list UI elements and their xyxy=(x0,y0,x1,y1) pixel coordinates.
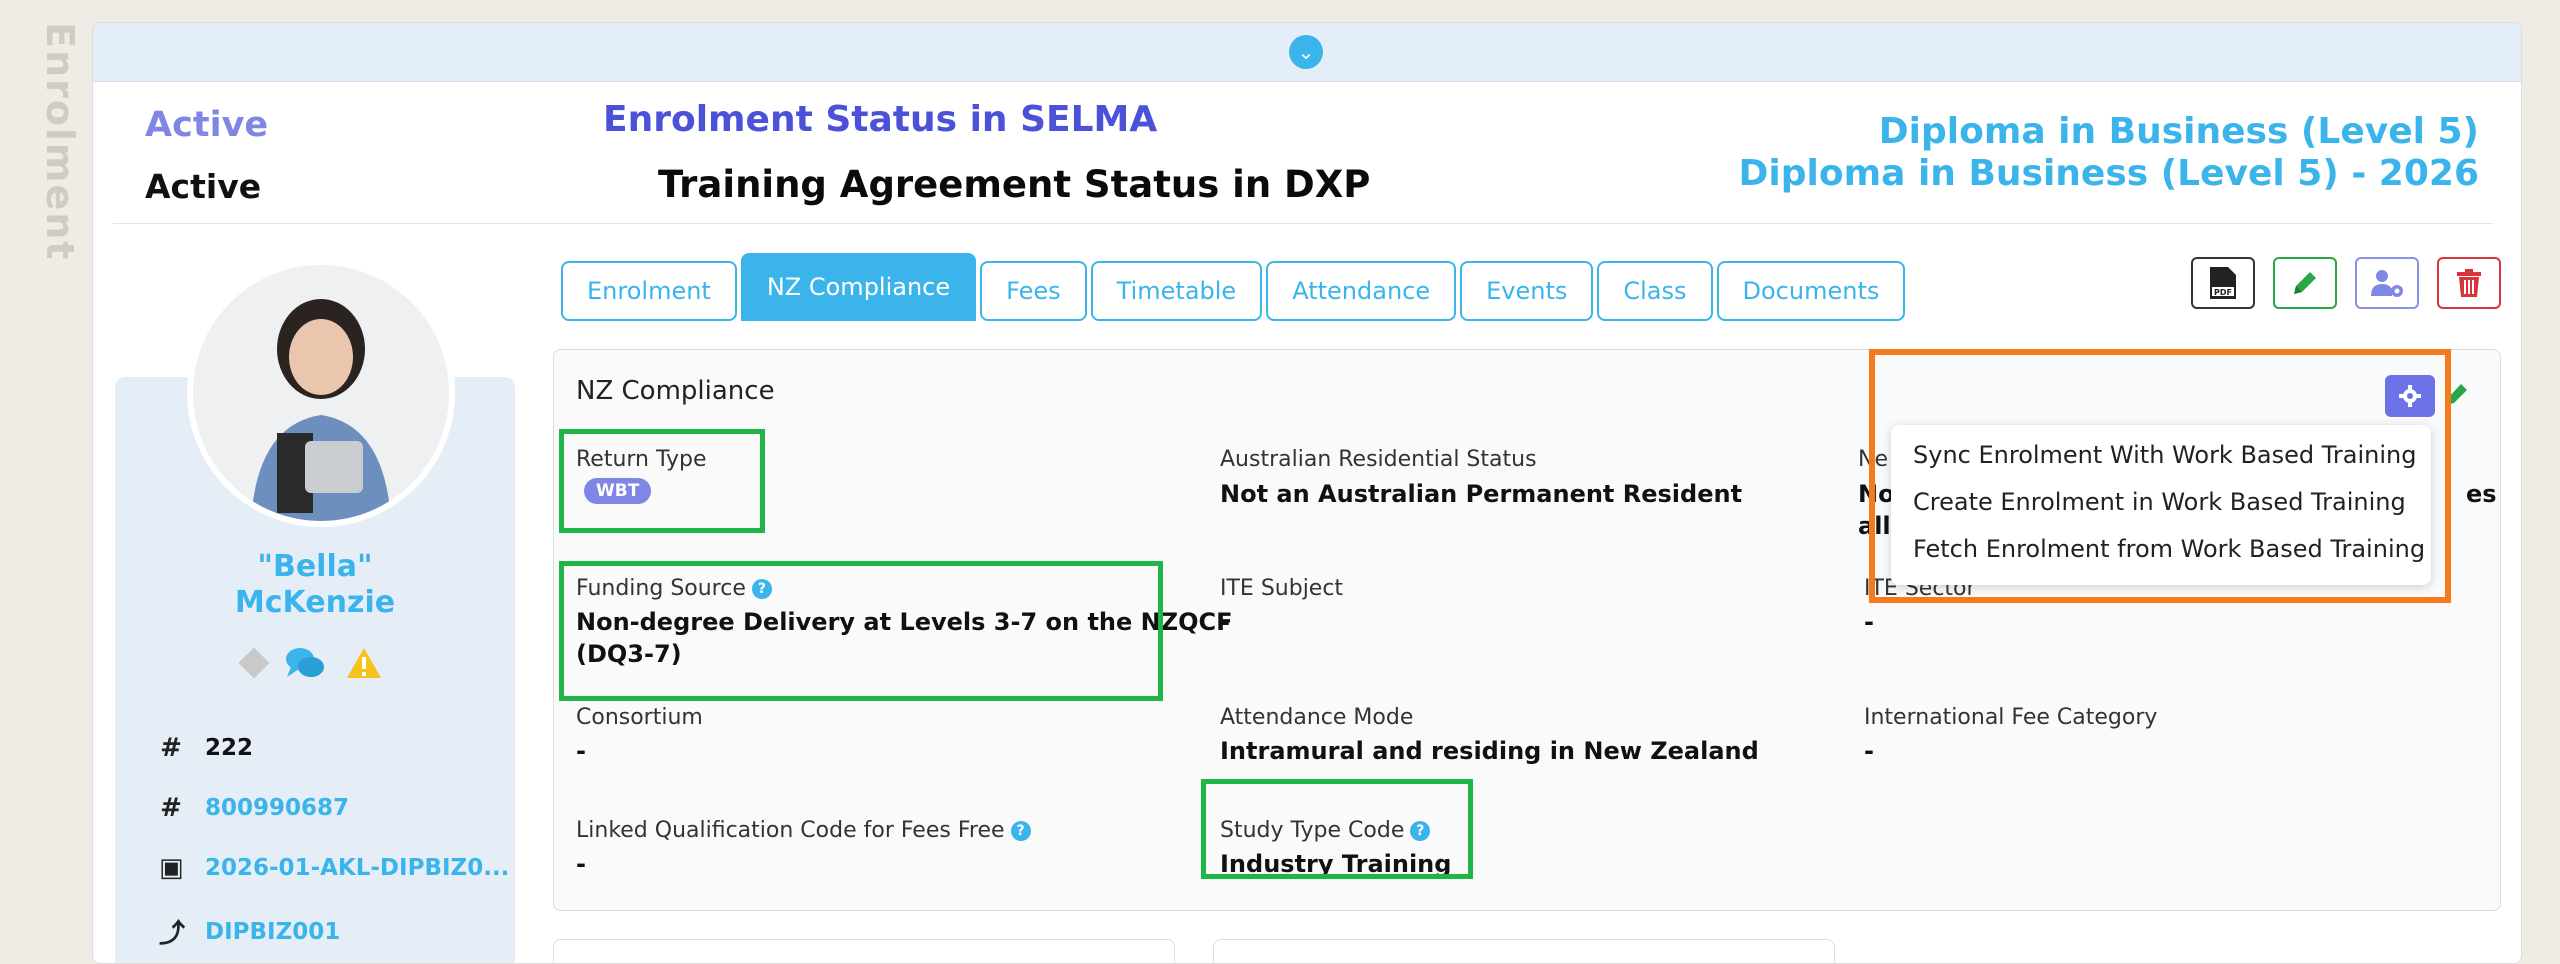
tab-timetable[interactable]: Timetable xyxy=(1090,261,1263,321)
consortium-value: - xyxy=(576,737,586,765)
highlight-return-type xyxy=(559,429,765,533)
warning-icon[interactable] xyxy=(345,646,383,680)
pdf-icon: PDF xyxy=(2210,267,2236,299)
tab-enrolment[interactable]: Enrolment xyxy=(561,261,737,321)
course-intake-title: Diploma in Business (Level 5) - 2026 xyxy=(1738,153,2479,194)
highlight-funding-source xyxy=(559,561,1163,701)
avatar-photo xyxy=(193,265,449,521)
tab-documents[interactable]: Documents xyxy=(1716,261,1906,321)
nsn-row: # 800990687 xyxy=(159,793,349,823)
tab-events[interactable]: Events xyxy=(1460,261,1594,321)
student-surname: McKenzie xyxy=(234,585,396,620)
help-icon[interactable]: ? xyxy=(1010,821,1031,841)
aus-res-value: Not an Australian Permanent Resident xyxy=(1220,480,1743,508)
profile-icons xyxy=(238,645,383,681)
action-buttons: PDF xyxy=(2191,257,2501,309)
student-nickname: "Bella" xyxy=(257,549,373,584)
enrolment-status-desc: Enrolment Status in SELMA xyxy=(603,99,1158,140)
enrolment-status-value: Active xyxy=(145,105,269,145)
intake-link[interactable]: 2026-01-AKL-DIPBIZ0... xyxy=(205,855,509,881)
bottom-card-left xyxy=(553,939,1175,963)
nsn-link[interactable]: 800990687 xyxy=(205,795,349,821)
enrolment-card: ⌄ Active Enrolment Status in SELMA Activ… xyxy=(92,22,2522,964)
bottom-card-right xyxy=(1213,939,1835,963)
hash-icon: # xyxy=(160,733,182,763)
hash-icon: # xyxy=(160,793,182,823)
svg-text:PDF: PDF xyxy=(2214,288,2232,297)
col3-row1-value-tail: es xyxy=(2466,480,2497,508)
header-divider xyxy=(113,223,2493,224)
highlight-wbt-menu xyxy=(1869,349,2451,603)
pencil-icon xyxy=(2294,272,2316,294)
consortium-label: Consortium xyxy=(576,705,703,730)
attendance-mode-label: Attendance Mode xyxy=(1220,705,1414,730)
user-cog-icon xyxy=(2371,270,2403,297)
tab-nz-compliance[interactable]: NZ Compliance xyxy=(740,253,977,321)
trash-icon xyxy=(2457,269,2481,297)
linked-qual-value: - xyxy=(576,850,586,878)
book-icon: ▣ xyxy=(159,853,184,883)
ite-subject-label: ITE Subject xyxy=(1220,576,1344,601)
intake-row: ▣ 2026-01-AKL-DIPBIZ0... xyxy=(159,853,509,883)
edit-button[interactable] xyxy=(2273,257,2337,309)
delete-button[interactable] xyxy=(2437,257,2501,309)
arrow-up-icon: ⤴ xyxy=(159,919,186,949)
programme-row: ⤴ DIPBIZ001 xyxy=(159,913,340,950)
intl-fee-value: - xyxy=(1864,737,1874,765)
linked-qual-label: Linked Qualification Code for Fees Free? xyxy=(576,818,1031,843)
student-number: 222 xyxy=(205,735,254,761)
highlight-study-type xyxy=(1201,779,1473,879)
intl-fee-label: International Fee Category xyxy=(1864,705,2158,730)
collapse-bar: ⌄ xyxy=(93,23,2521,82)
tab-attendance[interactable]: Attendance xyxy=(1266,261,1457,321)
chevron-down-icon[interactable]: ⌄ xyxy=(1289,35,1323,69)
enrolment-tabs: Enrolment NZ Compliance Fees Timetable A… xyxy=(561,253,1909,321)
attendance-mode-value: Intramural and residing in New Zealand xyxy=(1220,737,1759,765)
ite-subject-value: - xyxy=(1220,608,1230,636)
training-status-value: Active xyxy=(145,167,262,206)
tab-fees[interactable]: Fees xyxy=(980,261,1087,321)
user-settings-button[interactable] xyxy=(2355,257,2419,309)
panel-title: NZ Compliance xyxy=(576,376,775,406)
course-title: Diploma in Business (Level 5) xyxy=(1878,111,2479,152)
pdf-button[interactable]: PDF xyxy=(2191,257,2255,309)
ite-sector-value: - xyxy=(1864,608,1874,636)
tab-class[interactable]: Class xyxy=(1597,261,1713,321)
diamond-icon[interactable] xyxy=(238,647,270,679)
enrolment-side-label: Enrolment xyxy=(38,22,82,262)
training-status-desc: Training Agreement Status in DXP xyxy=(658,163,1371,206)
programme-link[interactable]: DIPBIZ001 xyxy=(205,919,340,945)
student-number-row: # 222 xyxy=(159,733,253,763)
chat-icon[interactable] xyxy=(285,645,325,681)
student-avatar xyxy=(187,259,455,527)
aus-res-label: Australian Residential Status xyxy=(1220,447,1537,472)
